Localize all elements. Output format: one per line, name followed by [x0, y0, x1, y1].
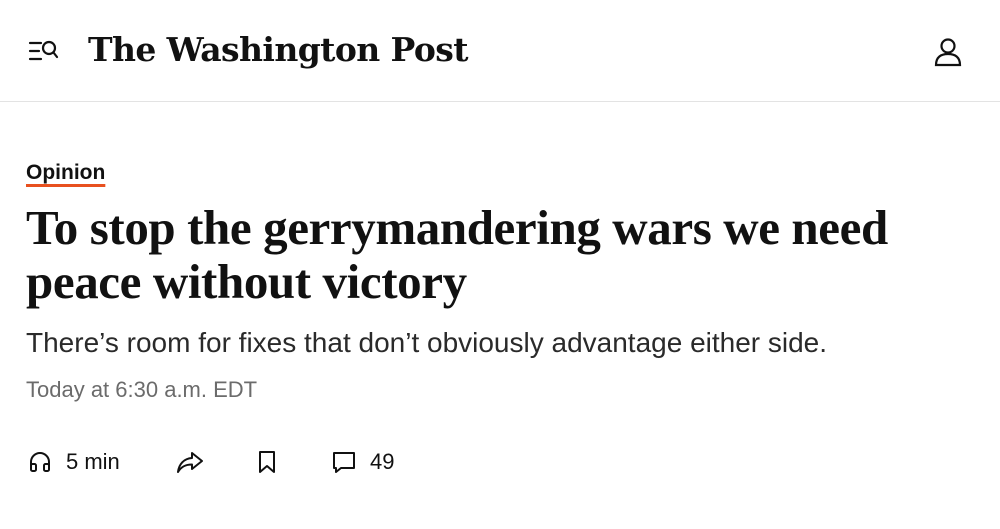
bookmark-icon — [257, 450, 277, 474]
section-label-opinion[interactable]: Opinion — [26, 160, 105, 186]
comment-icon — [332, 450, 356, 474]
listen-duration: 5 min — [66, 449, 120, 474]
article-timestamp: Today at 6:30 a.m. EDT — [26, 377, 258, 402]
save-button[interactable] — [257, 446, 277, 478]
article-subheadline: There’s room for fixes that don’t obviou… — [26, 327, 828, 358]
site-logo[interactable]: The Washington Post — [88, 28, 468, 72]
comments-button[interactable]: 49 — [332, 446, 394, 478]
top-navigation-bar: The Washington Post — [0, 0, 1000, 102]
account-icon[interactable] — [932, 36, 964, 68]
article-headline: To stop the gerrymandering wars we need … — [26, 200, 888, 309]
listen-button[interactable]: 5 min — [28, 446, 120, 478]
menu-search-icon[interactable] — [28, 38, 60, 64]
headphones-icon — [28, 450, 52, 474]
share-button[interactable] — [176, 446, 204, 478]
share-icon — [176, 450, 204, 474]
comment-count: 49 — [370, 449, 395, 474]
